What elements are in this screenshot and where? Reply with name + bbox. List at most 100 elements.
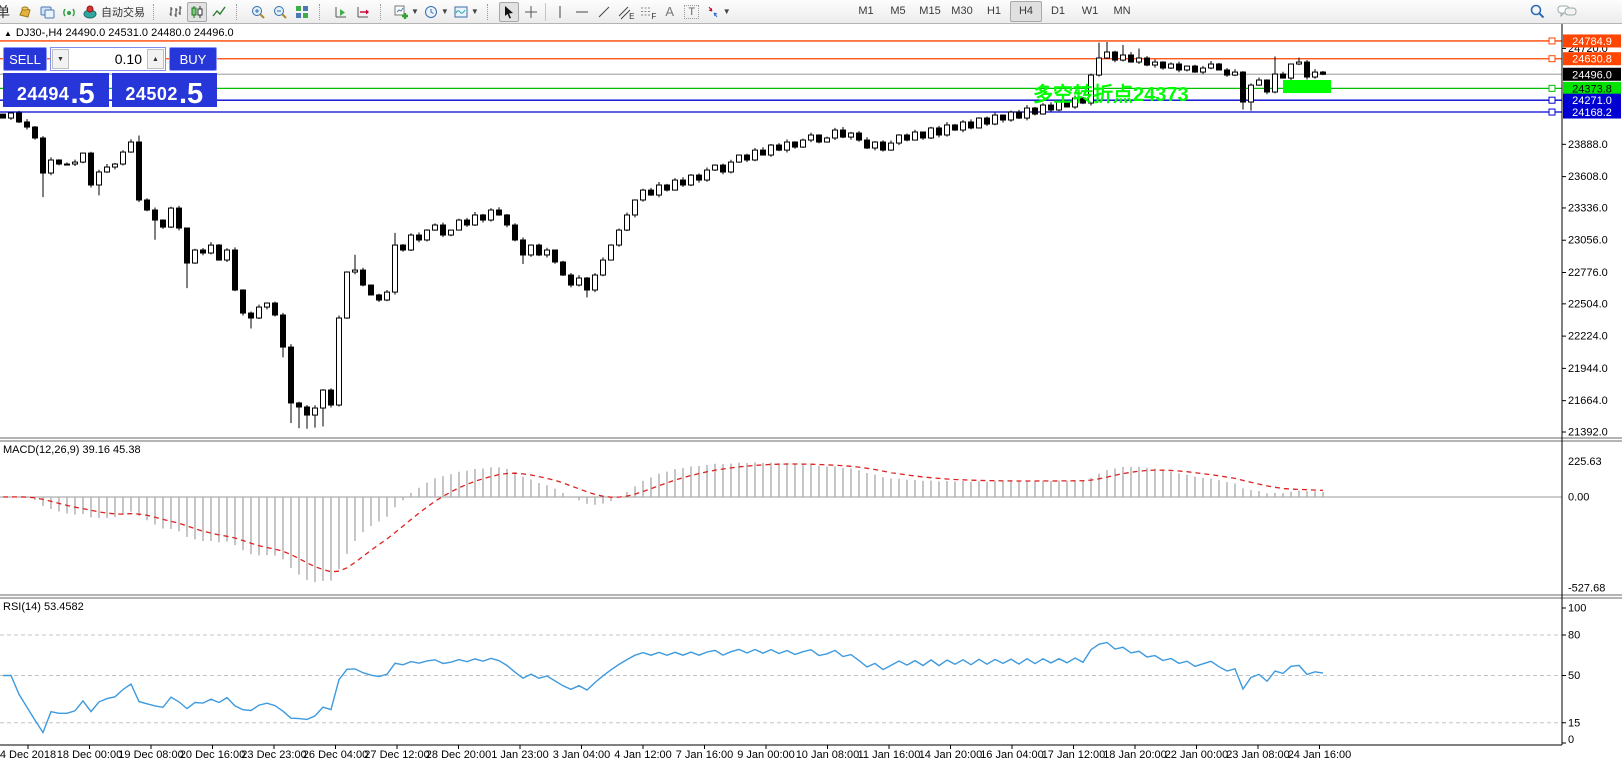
candle (856, 131, 862, 142)
dropdown-caret-icon: ▼ (722, 7, 731, 16)
candle (688, 174, 694, 187)
candle (952, 123, 958, 131)
toolbar-grip[interactable] (236, 3, 243, 20)
timeframe-button-H1[interactable]: H1 (978, 1, 1010, 22)
horizontal-line-tool-button[interactable] (572, 2, 592, 22)
chart-canvas[interactable]: 多空转折点2437324720.023888.023608.023336.023… (0, 0, 1622, 772)
candle (408, 233, 414, 251)
sell-price[interactable]: 24494 .5 (3, 73, 109, 109)
timeframe-button-M15[interactable]: M15 (914, 1, 946, 22)
buy-price-dec: .5 (178, 78, 204, 110)
timeframe-button-D1[interactable]: D1 (1042, 1, 1074, 22)
search-icon[interactable] (1527, 1, 1547, 21)
candle (592, 273, 598, 293)
candle (88, 151, 94, 188)
highlight-rectangle[interactable] (1283, 80, 1331, 94)
candle (600, 257, 606, 277)
candle (440, 222, 446, 238)
dropdown-caret-icon: ▼ (440, 7, 449, 16)
volume-increase-button[interactable]: ▲ (147, 49, 164, 69)
candle (800, 138, 806, 148)
toolbar-grip[interactable] (319, 3, 326, 20)
candle (224, 248, 230, 263)
chart-title-text: DJ30-,H4 24490.0 24531.0 24480.0 24496.0 (15, 27, 234, 39)
candle (504, 214, 510, 228)
candle (1160, 61, 1166, 70)
hline-handle[interactable] (1548, 108, 1556, 116)
candle (256, 304, 262, 319)
text-tool-button[interactable]: A (660, 2, 680, 22)
chat-icon[interactable] (1556, 1, 1578, 21)
volume-field[interactable]: ▼ 0.10 ▲ (50, 47, 166, 71)
autotrading-button[interactable]: 自动交易 (81, 2, 146, 22)
chart-shift-button[interactable] (353, 2, 373, 22)
candle (904, 133, 910, 142)
toolbar-grip[interactable] (153, 3, 160, 20)
vertical-line-tool-button[interactable] (550, 2, 570, 22)
axis-label: 11 Jan 16:00 (858, 749, 921, 761)
candle (640, 188, 646, 202)
candle (448, 229, 454, 237)
templates-button[interactable]: ▼ (452, 2, 480, 22)
zoom-in-button[interactable] (248, 2, 268, 22)
axis-label: -527.68 (1568, 582, 1605, 594)
bar-chart-type-button[interactable] (165, 2, 185, 22)
candle (632, 199, 638, 218)
one-click-trading-panel: SELL ▼ 0.10 ▲ BUY 24494 .5 24502 .5 (3, 47, 217, 110)
timeframe-toolbar: M1 M5 M15 M30 H1 H4 D1 W1 MN (850, 0, 1138, 22)
tile-windows-button[interactable] (292, 2, 312, 22)
annotation-text[interactable]: 多空转折点24373 (1033, 82, 1189, 106)
label-tool-button[interactable]: T (682, 2, 702, 22)
signal-icon[interactable] (59, 2, 79, 22)
timeframe-button-M1[interactable]: M1 (850, 1, 882, 22)
trendline-tool-button[interactable] (594, 2, 614, 22)
volume-decrease-button[interactable]: ▼ (52, 49, 69, 69)
crosshair-tool-button[interactable] (521, 2, 541, 22)
timeframe-button-M30[interactable]: M30 (946, 1, 978, 22)
line-chart-type-button[interactable] (209, 2, 229, 22)
cursor-tool-button[interactable] (498, 1, 519, 22)
hline-handle[interactable] (1548, 55, 1556, 63)
timeframe-button-W1[interactable]: W1 (1074, 1, 1106, 22)
hline-handle[interactable] (1548, 84, 1556, 92)
market-watch-icon[interactable] (37, 2, 57, 22)
toolbar-grip[interactable] (486, 3, 494, 20)
fibo-letter: F (651, 11, 657, 21)
buy-price-int: 24502 (125, 84, 178, 104)
hline-handle[interactable] (1548, 96, 1556, 104)
sell-button[interactable]: SELL (3, 47, 47, 71)
candle (176, 205, 182, 231)
candle (568, 272, 574, 288)
candle (560, 260, 566, 276)
timeframe-button-H4[interactable]: H4 (1010, 0, 1042, 22)
toolbar-grip[interactable] (380, 3, 387, 20)
auto-scroll-button[interactable] (331, 2, 351, 22)
arrows-tool-button[interactable]: ▼ (704, 2, 732, 22)
chart-plot-area[interactable] (0, 24, 1562, 745)
fibonacci-tool-button[interactable]: F (638, 2, 658, 22)
hline-handle[interactable] (1548, 37, 1556, 45)
zoom-out-button[interactable] (270, 2, 290, 22)
candle (1192, 64, 1198, 73)
timeframe-button-M5[interactable]: M5 (882, 1, 914, 22)
candle (32, 126, 38, 140)
timeframe-button-MN[interactable]: MN (1106, 1, 1138, 22)
axis-label: 21944.0 (1568, 363, 1608, 375)
axis-label: 16 Jan 04:00 (980, 749, 1044, 761)
candlestick-chart-type-button[interactable] (187, 1, 207, 22)
equidistant-channel-tool-button[interactable]: E (616, 2, 636, 22)
new-chart-button[interactable]: ▼ (392, 2, 420, 22)
candle (976, 117, 982, 129)
buy-button[interactable]: BUY (169, 47, 217, 71)
periodicity-button[interactable]: ▼ (422, 2, 450, 22)
candle (192, 248, 198, 264)
volume-value[interactable]: 0.10 (70, 48, 146, 70)
buy-price[interactable]: 24502 .5 (111, 73, 217, 110)
axis-label: 28 Dec 20:00 (426, 749, 491, 761)
label-letter: T (684, 4, 700, 19)
order-book-icon[interactable] (15, 2, 35, 22)
one-click-toggle-icon[interactable]: ▲ (4, 29, 12, 38)
axis-label: 10 Jan 08:00 (796, 749, 860, 761)
new-order-button[interactable]: 单 (0, 2, 13, 22)
axis-label: 27 Dec 12:00 (364, 749, 429, 761)
